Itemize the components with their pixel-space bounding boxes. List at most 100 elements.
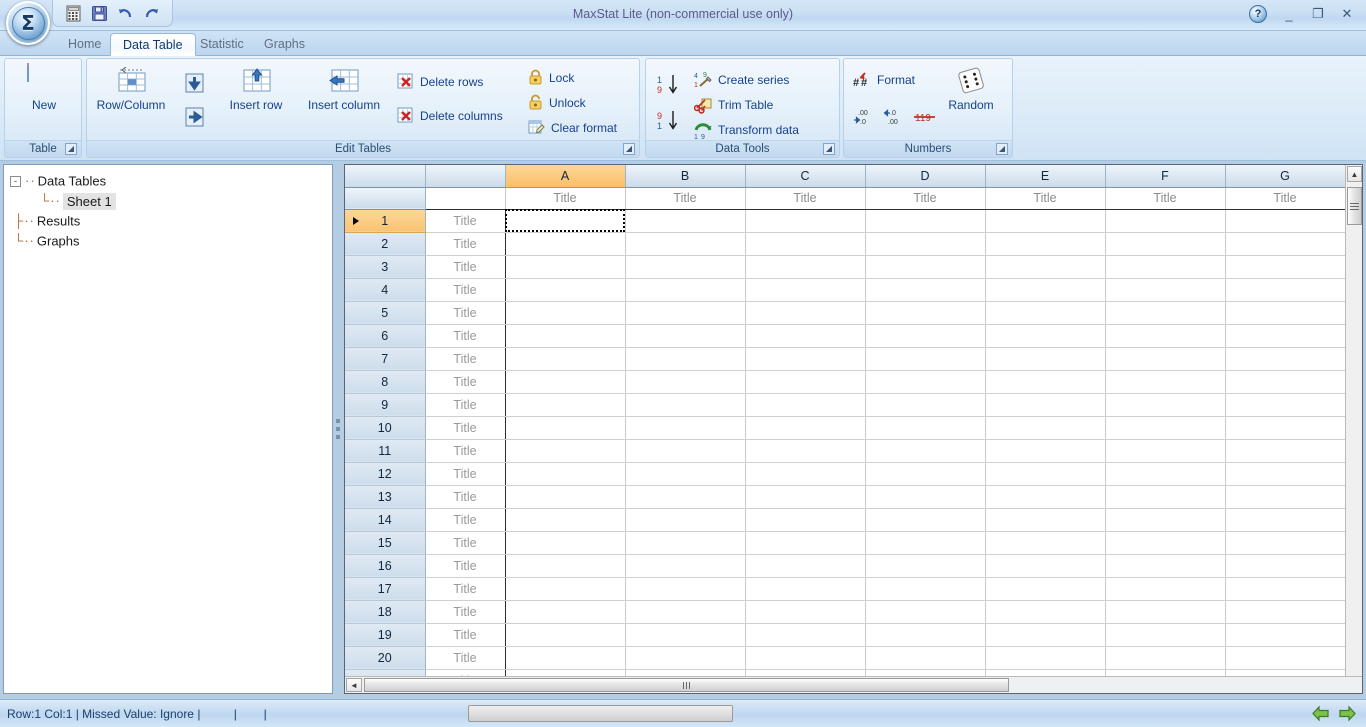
tree-item-results[interactable]: ├·· Results [8, 211, 328, 231]
cell-c15[interactable] [745, 531, 866, 555]
cell-c18[interactable] [745, 600, 866, 624]
row-header-18[interactable]: 18 [345, 600, 426, 624]
maximize-button[interactable]: ❐ [1305, 4, 1331, 24]
tree-item-graphs[interactable]: └·· Graphs [8, 231, 328, 251]
numbers-dialog-launcher[interactable]: ◢ [996, 143, 1008, 155]
cell-e11[interactable] [985, 439, 1106, 463]
cell-a4[interactable] [505, 278, 626, 302]
scroll-left-button[interactable]: ◄ [346, 678, 362, 692]
column-title-a[interactable]: Title [504, 187, 626, 210]
cell-f20[interactable] [1105, 646, 1226, 670]
cell-g1[interactable] [1225, 209, 1346, 233]
row-header-7[interactable]: 7 [345, 347, 426, 371]
cell-d14[interactable] [865, 508, 986, 532]
insert-down-button[interactable] [185, 73, 204, 93]
scroll-up-button[interactable]: ▲ [1347, 166, 1362, 182]
cell-a12[interactable] [505, 462, 626, 486]
column-header-d[interactable]: D [865, 165, 986, 188]
nav-forward-button[interactable] [1337, 704, 1358, 723]
row-header-12[interactable]: 12 [345, 462, 426, 486]
create-series-button[interactable]: 4 9 1 Create series [694, 71, 789, 89]
increase-decimal-button[interactable]: .00 .0 [853, 107, 877, 127]
column-title-c[interactable]: Title [745, 187, 866, 210]
row-header-6[interactable]: 6 [345, 324, 426, 348]
row-header-4[interactable]: 4 [345, 278, 426, 302]
cell-g10[interactable] [1225, 416, 1346, 440]
cell-e3[interactable] [985, 255, 1106, 279]
cell-g6[interactable] [1225, 324, 1346, 348]
minimize-button[interactable]: _ [1276, 4, 1302, 24]
calculator-icon[interactable] [65, 5, 82, 22]
title-column-corner[interactable] [425, 165, 506, 188]
row-title-cell[interactable]: Title [425, 324, 506, 348]
cell-c19[interactable] [745, 623, 866, 647]
column-header-g[interactable]: G [1225, 165, 1346, 188]
cell-e10[interactable] [985, 416, 1106, 440]
clear-format-button[interactable]: Clear format [528, 119, 617, 136]
cell-f4[interactable] [1105, 278, 1226, 302]
cell-d9[interactable] [865, 393, 986, 417]
cell-g19[interactable] [1225, 623, 1346, 647]
cell-e5[interactable] [985, 301, 1106, 325]
cell-b5[interactable] [625, 301, 746, 325]
cell-f10[interactable] [1105, 416, 1226, 440]
cell-g8[interactable] [1225, 370, 1346, 394]
trim-table-button[interactable]: Trim Table [694, 96, 773, 114]
undo-icon[interactable] [117, 5, 134, 22]
cell-a5[interactable] [505, 301, 626, 325]
data-tools-dialog-launcher[interactable]: ◢ [823, 143, 835, 155]
cell-b13[interactable] [625, 485, 746, 509]
cell-c17[interactable] [745, 577, 866, 601]
cell-c7[interactable] [745, 347, 866, 371]
cell-c1[interactable] [745, 209, 866, 233]
cell-a1[interactable] [505, 209, 626, 233]
cell-d15[interactable] [865, 531, 986, 555]
cell-d1[interactable] [865, 209, 986, 233]
cell-e7[interactable] [985, 347, 1106, 371]
horizontal-scrollbar[interactable]: ◄ [345, 676, 1362, 693]
cell-b10[interactable] [625, 416, 746, 440]
row-column-button[interactable]: Row/Column [92, 66, 170, 112]
number-format-button[interactable]: # # Format [853, 71, 915, 89]
cell-e12[interactable] [985, 462, 1106, 486]
row-header-8[interactable]: 8 [345, 370, 426, 394]
cell-e19[interactable] [985, 623, 1106, 647]
cell-g16[interactable] [1225, 554, 1346, 578]
cell-g14[interactable] [1225, 508, 1346, 532]
panel-splitter[interactable] [334, 164, 342, 694]
row-header-19[interactable]: 19 [345, 623, 426, 647]
cell-a19[interactable] [505, 623, 626, 647]
cell-a6[interactable] [505, 324, 626, 348]
cell-f8[interactable] [1105, 370, 1226, 394]
cell-d13[interactable] [865, 485, 986, 509]
column-header-f[interactable]: F [1105, 165, 1226, 188]
cell-d18[interactable] [865, 600, 986, 624]
random-button[interactable]: Random [932, 67, 1010, 112]
cell-f19[interactable] [1105, 623, 1226, 647]
column-header-b[interactable]: B [625, 165, 746, 188]
nav-back-button[interactable] [1310, 704, 1331, 723]
cell-g20[interactable] [1225, 646, 1346, 670]
tab-graphs[interactable]: Graphs [252, 33, 317, 56]
row-title-cell[interactable]: Title [425, 416, 506, 440]
cell-f2[interactable] [1105, 232, 1226, 256]
table-dialog-launcher[interactable]: ◢ [65, 143, 77, 155]
transform-data-button[interactable]: 1 9 Transform data [694, 121, 799, 139]
cell-f18[interactable] [1105, 600, 1226, 624]
row-header-14[interactable]: 14 [345, 508, 426, 532]
cell-f14[interactable] [1105, 508, 1226, 532]
horizontal-scroll-thumb[interactable] [364, 678, 1009, 692]
cell-g7[interactable] [1225, 347, 1346, 371]
delete-rows-button[interactable]: Delete rows [397, 73, 483, 90]
sort-ascending-button[interactable]: 1 9 [656, 73, 682, 97]
cell-a10[interactable] [505, 416, 626, 440]
cell-f11[interactable] [1105, 439, 1226, 463]
tab-statistic[interactable]: Statistic [188, 33, 256, 56]
cell-g17[interactable] [1225, 577, 1346, 601]
row-header-10[interactable]: 10 [345, 416, 426, 440]
cell-f1[interactable] [1105, 209, 1226, 233]
cell-e13[interactable] [985, 485, 1106, 509]
row-title-cell[interactable]: Title [425, 600, 506, 624]
cell-g2[interactable] [1225, 232, 1346, 256]
cell-g4[interactable] [1225, 278, 1346, 302]
